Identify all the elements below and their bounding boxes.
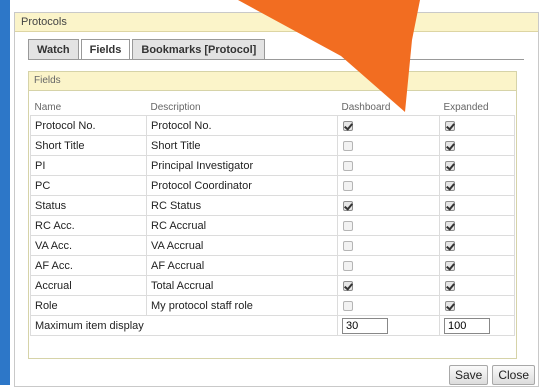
dashboard-cell xyxy=(337,235,440,256)
tab-bookmarks[interactable]: Bookmarks [Protocol] xyxy=(132,39,266,59)
dashboard-checkbox[interactable] xyxy=(343,280,353,291)
field-description: RC Status xyxy=(146,195,338,216)
expanded-cell xyxy=(439,155,515,176)
table-header-row: Name Description Dashboard Expanded xyxy=(31,91,515,116)
dialog-buttons: Save Close xyxy=(448,365,535,385)
column-header-dashboard: Dashboard xyxy=(341,102,391,113)
field-name: PI xyxy=(30,155,147,176)
field-name: Role xyxy=(30,295,147,316)
dashboard-cell xyxy=(337,275,440,296)
expanded-checkbox[interactable] xyxy=(445,280,455,291)
column-header-expanded: Expanded xyxy=(443,102,489,113)
dashboard-checkbox[interactable] xyxy=(343,180,353,191)
tab-fields[interactable]: Fields xyxy=(80,39,131,60)
tab-divider xyxy=(28,59,524,60)
expanded-checkbox[interactable] xyxy=(445,300,455,311)
fields-section-header: Fields xyxy=(29,72,516,91)
table-row: Accrual Total Accrual xyxy=(30,275,515,296)
expanded-checkbox[interactable] xyxy=(445,240,455,251)
expanded-checkbox[interactable] xyxy=(445,160,455,171)
expanded-checkbox[interactable] xyxy=(445,260,455,271)
field-name: PC xyxy=(30,175,147,196)
dashboard-cell xyxy=(337,215,440,236)
tab-watch[interactable]: Watch xyxy=(28,39,79,59)
max-display-dashboard-cell xyxy=(337,315,440,336)
expanded-checkbox[interactable] xyxy=(445,120,455,131)
dashboard-checkbox[interactable] xyxy=(343,240,353,251)
field-description: Total Accrual xyxy=(146,275,338,296)
expanded-cell xyxy=(439,275,515,296)
window-border xyxy=(0,0,10,385)
max-display-label: Maximum item display xyxy=(30,315,338,336)
table-row: Role My protocol staff role xyxy=(30,295,515,316)
save-button[interactable]: Save xyxy=(448,365,489,385)
table-row: PI Principal Investigator xyxy=(30,155,515,176)
field-description: Protocol No. xyxy=(146,115,338,136)
field-name: AF Acc. xyxy=(30,255,147,276)
expanded-checkbox[interactable] xyxy=(445,220,455,231)
field-description: Short Title xyxy=(146,135,338,156)
expanded-cell xyxy=(439,115,515,136)
expanded-checkbox[interactable] xyxy=(445,180,455,191)
dashboard-cell xyxy=(337,155,440,176)
expanded-cell xyxy=(439,215,515,236)
max-display-expanded-cell xyxy=(439,315,515,336)
column-header-name: Name xyxy=(34,102,62,113)
table-row: RC Acc. RC Accrual xyxy=(30,215,515,236)
dashboard-cell xyxy=(337,115,440,136)
dashboard-cell xyxy=(337,135,440,156)
field-name: Status xyxy=(30,195,147,216)
column-header-description: Description xyxy=(150,102,201,113)
protocols-panel: Protocols Watch Fields Bookmarks [Protoc… xyxy=(14,12,539,387)
dashboard-checkbox[interactable] xyxy=(343,140,353,151)
expanded-cell xyxy=(439,175,515,196)
field-name: RC Acc. xyxy=(30,215,147,236)
expanded-cell xyxy=(439,135,515,156)
dashboard-checkbox[interactable] xyxy=(343,220,353,231)
table-row: Protocol No. Protocol No. xyxy=(30,115,515,136)
field-description: Protocol Coordinator xyxy=(146,175,338,196)
table-row: AF Acc. AF Accrual xyxy=(30,255,515,276)
table-row: Status RC Status xyxy=(30,195,515,216)
tab-bar: Watch Fields Bookmarks [Protocol] xyxy=(28,39,267,60)
expanded-cell xyxy=(439,295,515,316)
field-name: Protocol No. xyxy=(30,115,147,136)
field-description: My protocol staff role xyxy=(146,295,338,316)
max-display-expanded-input[interactable] xyxy=(444,317,490,334)
dashboard-cell xyxy=(337,195,440,216)
field-description: AF Accrual xyxy=(146,255,338,276)
table-row: Short Title Short Title xyxy=(30,135,515,156)
field-name: Short Title xyxy=(30,135,147,156)
dashboard-cell xyxy=(337,255,440,276)
dashboard-cell xyxy=(337,175,440,196)
dashboard-checkbox[interactable] xyxy=(343,260,353,271)
expanded-cell xyxy=(439,255,515,276)
table-row: VA Acc. VA Accrual xyxy=(30,235,515,256)
fields-table: Name Description Dashboard Expanded Prot… xyxy=(30,91,515,336)
close-button[interactable]: Close xyxy=(492,365,535,385)
field-description: Principal Investigator xyxy=(146,155,338,176)
fields-section: Fields Name Description Dashboard Expand… xyxy=(28,71,517,359)
max-display-dashboard-input[interactable] xyxy=(342,317,388,334)
field-description: VA Accrual xyxy=(146,235,338,256)
panel-title: Protocols xyxy=(15,13,538,32)
dialog-frame: Protocols Watch Fields Bookmarks [Protoc… xyxy=(0,0,545,387)
dashboard-checkbox[interactable] xyxy=(343,300,353,311)
dashboard-checkbox[interactable] xyxy=(343,200,353,211)
expanded-checkbox[interactable] xyxy=(445,140,455,151)
dashboard-checkbox[interactable] xyxy=(343,120,353,131)
field-name: VA Acc. xyxy=(30,235,147,256)
expanded-cell xyxy=(439,195,515,216)
field-description: RC Accrual xyxy=(146,215,338,236)
dashboard-cell xyxy=(337,295,440,316)
table-row: PC Protocol Coordinator xyxy=(30,175,515,196)
max-display-row: Maximum item display xyxy=(30,315,515,336)
expanded-cell xyxy=(439,235,515,256)
expanded-checkbox[interactable] xyxy=(445,200,455,211)
field-name: Accrual xyxy=(30,275,147,296)
dashboard-checkbox[interactable] xyxy=(343,160,353,171)
